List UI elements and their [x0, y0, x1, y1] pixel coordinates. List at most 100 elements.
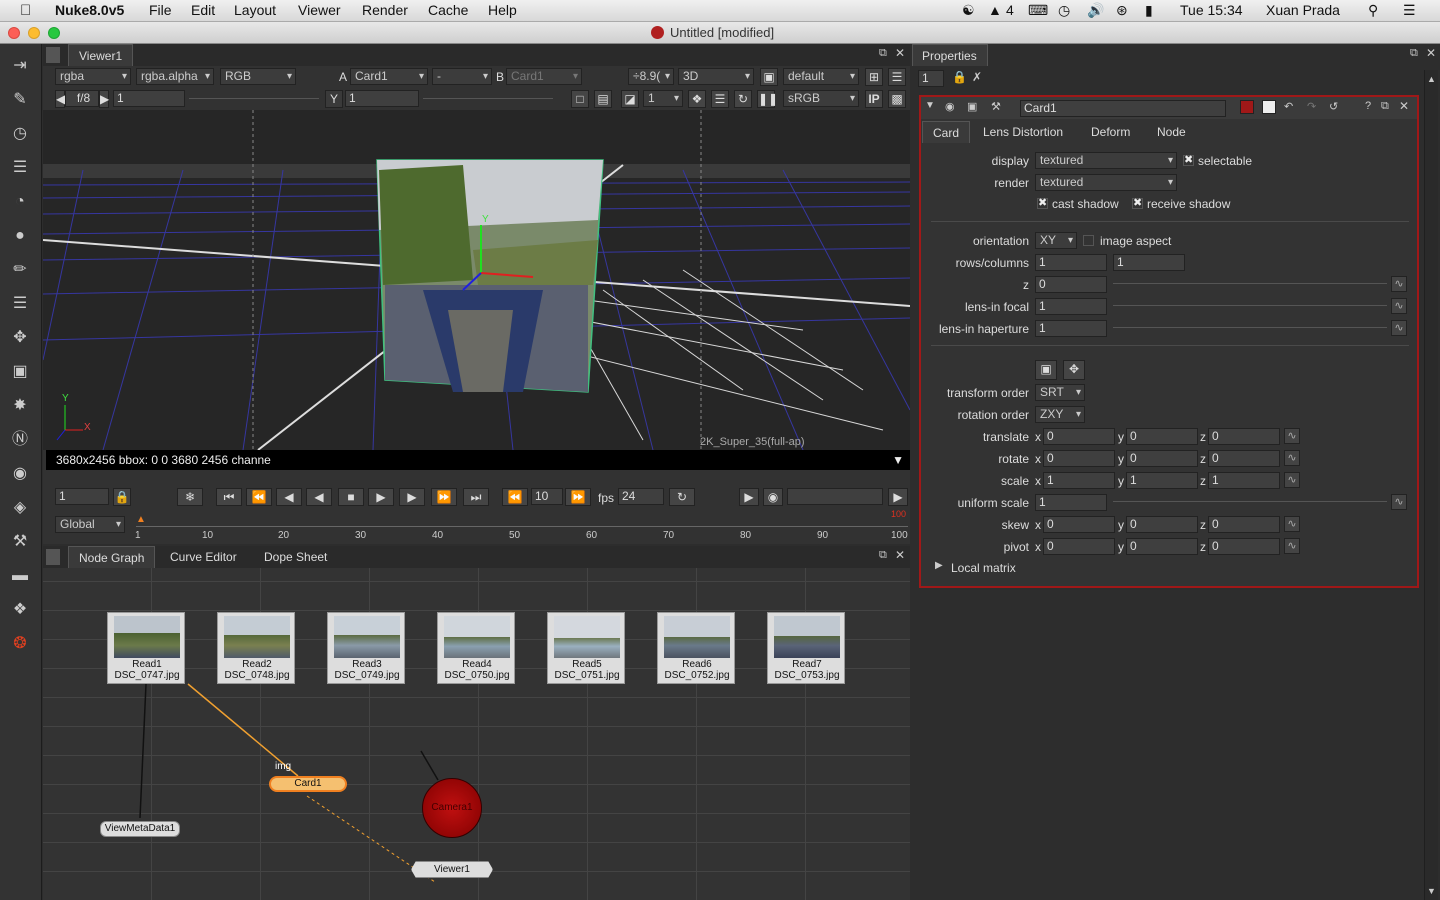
stop-icon[interactable]: ■ — [338, 488, 364, 506]
node-name-field[interactable]: Card1 — [1020, 100, 1226, 117]
float-panel-icon[interactable]: ⧉ — [879, 47, 887, 60]
3d-nodes-icon[interactable]: ▣ — [9, 361, 31, 383]
prev-keyframe-icon[interactable]: ⏪ — [246, 488, 272, 506]
read-node[interactable]: Read1 DSC_0747.jpg — [107, 612, 185, 684]
z-field[interactable]: 0 — [1035, 276, 1107, 293]
time-machine-icon[interactable]: ◷ — [1058, 2, 1070, 19]
pivot-curve-icon[interactable]: ∿ — [1284, 538, 1300, 554]
columns-field[interactable]: 1 — [1113, 254, 1185, 271]
undo-icon[interactable]: ↶ — [1284, 100, 1293, 113]
float-node-icon[interactable]: ⧉ — [1381, 100, 1389, 113]
expand-local-matrix-icon[interactable]: ▶ — [935, 560, 943, 571]
redo-icon[interactable]: ↷ — [1307, 100, 1316, 113]
translate-curve-icon[interactable]: ∿ — [1284, 428, 1300, 444]
viewmetadata-node[interactable]: ViewMetaData1 — [100, 821, 180, 837]
rotate-z-field[interactable]: 0 — [1208, 450, 1280, 467]
play-backward-icon[interactable]: ◀ — [306, 488, 332, 506]
rotation-order-dropdown[interactable]: ZXY — [1035, 406, 1085, 423]
menu-viewer[interactable]: Viewer — [298, 2, 341, 18]
tab-dope-sheet[interactable]: Dope Sheet — [254, 546, 337, 568]
pivot-z-field[interactable]: 0 — [1208, 538, 1280, 555]
translate-x-field[interactable]: 0 — [1043, 428, 1115, 445]
translate-z-field[interactable]: 0 — [1208, 428, 1280, 445]
camera-lock-icon[interactable]: ▣ — [760, 68, 778, 86]
haperture-curve-icon[interactable]: ∿ — [1391, 320, 1407, 336]
scroll-up-icon[interactable]: ▲ — [1427, 74, 1436, 84]
skip-forward-icon[interactable]: ⏩ — [565, 488, 591, 506]
other-nodes-icon[interactable]: ▬ — [9, 565, 31, 587]
uniform-scale-curve-icon[interactable]: ∿ — [1391, 494, 1407, 510]
wifi-icon[interactable]: ⊛ — [1116, 2, 1128, 19]
node-type-icon[interactable]: ▣ — [967, 100, 977, 113]
pivot-handle-icon[interactable]: ✥ — [1063, 360, 1085, 380]
transform-order-dropdown[interactable]: SRT — [1035, 384, 1085, 401]
gain-field[interactable]: 1 — [113, 90, 185, 107]
frame-field[interactable]: 10 — [531, 488, 563, 505]
skew-curve-icon[interactable]: ∿ — [1284, 516, 1300, 532]
transform-handle-icon[interactable]: ▣ — [1035, 360, 1057, 380]
clear-panels-icon[interactable]: ✗ — [972, 70, 982, 84]
z-curve-icon[interactable]: ∿ — [1391, 276, 1407, 292]
a-input-dropdown[interactable]: Card1 — [350, 68, 428, 85]
fstop-field[interactable]: f/8 — [65, 90, 99, 107]
display-dropdown[interactable]: textured — [1035, 152, 1177, 169]
filter-nodes-icon[interactable]: ● — [9, 225, 31, 247]
notifications-icon[interactable]: ☰ — [1403, 2, 1416, 19]
play-forward-icon[interactable]: ▶ — [368, 488, 394, 506]
color-nodes-icon[interactable]: ◔ — [9, 191, 31, 213]
rotate-y-field[interactable]: 0 — [1126, 450, 1198, 467]
gl-color-swatch[interactable] — [1262, 100, 1276, 114]
skip-back-icon[interactable]: ⏪ — [502, 488, 528, 506]
current-frame-marker[interactable]: ▲ — [136, 514, 146, 525]
app-menu[interactable]: Nuke8.0v5 — [55, 2, 124, 18]
next-keyframe-icon[interactable]: ⏩ — [431, 488, 457, 506]
tab-lens-distortion[interactable]: Lens Distortion — [973, 121, 1073, 143]
center-node-icon[interactable]: ◉ — [945, 100, 955, 113]
transform-nodes-icon[interactable]: ✥ — [9, 327, 31, 349]
float-panel-icon[interactable]: ⧉ — [879, 549, 887, 562]
freeze-icon[interactable]: ❄ — [177, 488, 203, 506]
apple-icon[interactable]:  — [20, 2, 31, 19]
uniform-scale-field[interactable]: 1 — [1035, 494, 1107, 511]
read-node[interactable]: Read7 DSC_0753.jpg — [767, 612, 845, 684]
playback-range-field[interactable] — [787, 488, 883, 505]
volume-icon[interactable]: 🔊 — [1087, 2, 1104, 19]
downrez-dropdown[interactable]: 1 — [643, 90, 683, 107]
tab-card[interactable]: Card — [922, 121, 971, 143]
fps-field[interactable]: 24 — [618, 488, 664, 505]
update-icon[interactable]: ↻ — [734, 90, 752, 108]
tab-grip[interactable] — [46, 47, 60, 63]
float-panel-icon[interactable]: ⧉ — [1410, 47, 1418, 60]
focal-curve-icon[interactable]: ∿ — [1391, 298, 1407, 314]
selectable-checkbox[interactable]: ✖ — [1183, 155, 1194, 166]
close-window-button[interactable] — [8, 27, 20, 39]
toolsets-icon[interactable]: ⚒ — [9, 531, 31, 553]
lock-properties-icon[interactable]: 🔒 — [952, 70, 967, 84]
skew-y-field[interactable]: 0 — [1126, 516, 1198, 533]
fstop-up-icon[interactable]: ▶ — [99, 90, 109, 108]
tab-node-graph[interactable]: Node Graph — [68, 546, 156, 568]
gamma-slider[interactable] — [423, 98, 553, 110]
render-dropdown[interactable]: textured — [1035, 174, 1177, 191]
collapse-icon[interactable]: ▼ — [925, 100, 935, 111]
pivot-x-field[interactable]: 0 — [1043, 538, 1115, 555]
menu-render[interactable]: Render — [362, 2, 408, 18]
scale-curve-icon[interactable]: ∿ — [1284, 472, 1300, 488]
help-icon[interactable]: ? — [1365, 100, 1371, 112]
max-panels-field[interactable]: 1 — [918, 70, 944, 87]
read-node[interactable]: Read3 DSC_0749.jpg — [327, 612, 405, 684]
b-input-dropdown[interactable]: Card1 — [506, 68, 582, 85]
rotate-curve-icon[interactable]: ∿ — [1284, 450, 1300, 466]
camera-dropdown[interactable]: default — [783, 68, 859, 85]
image-aspect-checkbox[interactable] — [1083, 235, 1094, 246]
viewer-menu-icon[interactable]: ☰ — [888, 68, 906, 86]
roi-button-icon[interactable]: □ — [571, 90, 589, 108]
node-graph-canvas[interactable]: Read1 DSC_0747.jpg Read2 DSC_0748.jpg Re… — [43, 568, 910, 900]
channels-dropdown[interactable]: rgba — [55, 68, 131, 85]
mask-overlay-icon[interactable]: ▤ — [594, 90, 612, 108]
tab-properties[interactable]: Properties — [912, 44, 988, 66]
image-nodes-icon[interactable]: ⇥ — [9, 55, 31, 77]
close-node-icon[interactable]: ✕ — [1399, 99, 1409, 113]
close-panel-icon[interactable]: ✕ — [895, 548, 905, 562]
battery-icon[interactable]: ▮ — [1145, 2, 1153, 19]
